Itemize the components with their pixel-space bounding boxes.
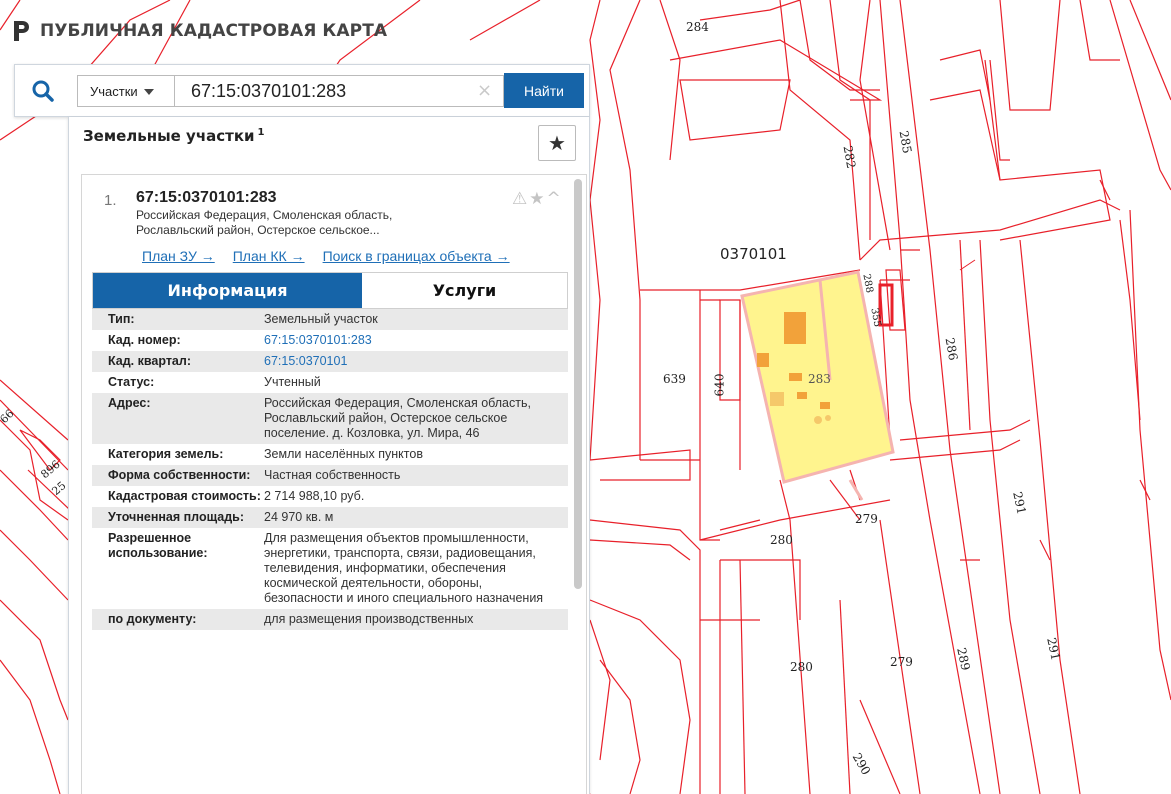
result-address: Российская Федерация, Смоленская область…: [136, 208, 393, 237]
info-row-label: Форма собственности:: [108, 468, 251, 482]
info-row-value: 2 714 988,10 руб.: [264, 489, 365, 503]
app-title: ПУБЛИЧНАЯ КАДАСТРОВАЯ КАРТА: [40, 21, 388, 41]
info-table: Тип: Земельный участок Кад. номер: 67:15:03…: [92, 309, 568, 630]
link-plan-kk[interactable]: План КК →: [233, 248, 305, 264]
map-label-640: 640: [712, 373, 727, 397]
map-label-280-lower: 280: [790, 660, 813, 674]
link-plan-zu[interactable]: План ЗУ →: [142, 248, 215, 264]
info-row-label: Уточненная площадь:: [108, 510, 245, 524]
info-row: Тип: Земельный участок: [92, 309, 568, 330]
info-row: Кадастровая стоимость: 2 714 988,10 руб.: [92, 486, 568, 507]
result-cadastral-number[interactable]: 67:15:0370101:283: [136, 189, 277, 207]
favorites-button[interactable]: ★: [538, 125, 576, 161]
search-type-label: Участки: [90, 83, 138, 99]
tab-information[interactable]: Информация: [93, 273, 362, 308]
info-row-label: по документу:: [108, 612, 197, 626]
search-type-select[interactable]: Участки: [77, 75, 174, 107]
info-row-value: для размещения производственных: [264, 612, 474, 626]
chevron-down-icon: [143, 88, 154, 95]
link-search-in-bounds[interactable]: Поиск в границах объекта →: [323, 248, 510, 264]
info-row-label: Кадастровая стоимость:: [108, 489, 261, 503]
info-row: Категория земель: Земли населённых пункто…: [92, 444, 568, 465]
info-row-label: Кад. номер:: [108, 333, 181, 347]
pkk-logo-icon: [14, 21, 29, 41]
info-row-value: Российская Федерация, Смоленская область…: [264, 396, 531, 440]
info-row-label: Категория земель:: [108, 447, 224, 461]
scrollbar[interactable]: [574, 179, 582, 589]
search-bar: Участки 67:15:0370101:283 × Найти: [14, 64, 590, 117]
search-input[interactable]: 67:15:0370101:283: [174, 75, 504, 107]
info-row: Кад. квартал: 67:15:0370101: [92, 351, 568, 372]
info-row-label: Адрес:: [108, 396, 151, 410]
info-row-label: Статус:: [108, 375, 155, 389]
info-row: Статус: Учтенный: [92, 372, 568, 393]
search-icon[interactable]: [31, 79, 55, 103]
info-tabs: Информация Услуги: [92, 272, 568, 309]
app-header: ПУБЛИЧНАЯ КАДАСТРОВАЯ КАРТА: [10, 14, 387, 48]
tab-services[interactable]: Услуги: [362, 273, 567, 308]
map-label-quarter: 0370101: [720, 245, 787, 263]
results-panel: Земельные участки 1 ★ 1. 67:15:0370101:28…: [68, 117, 590, 794]
info-row-label: Разрешенное использование:: [108, 531, 208, 560]
info-row-value: Для размещения объектов промышленности, …: [264, 531, 544, 605]
clear-icon[interactable]: ×: [477, 81, 492, 101]
results-title: Земельные участки: [83, 127, 255, 145]
info-row-link[interactable]: 67:15:0370101:283: [264, 333, 568, 348]
info-row: Разрешенное использование: Для размещения…: [92, 528, 568, 609]
chevron-up-icon[interactable]: ^: [547, 189, 561, 209]
info-row-value: Учтенный: [264, 375, 321, 389]
map-label-639: 639: [663, 372, 686, 386]
map-label-283: 283: [808, 372, 831, 386]
info-row-value: Частная собственность: [264, 468, 401, 482]
results-header: Земельные участки 1: [83, 127, 265, 145]
info-row: Форма собственности: Частная собственност…: [92, 465, 568, 486]
info-row: Уточненная площадь: 24 970 кв. м: [92, 507, 568, 528]
star-icon[interactable]: ★: [529, 189, 544, 209]
info-row: Кад. номер: 67:15:0370101:283: [92, 330, 568, 351]
map-label-284: 284: [686, 20, 709, 34]
info-row-value: 24 970 кв. м: [264, 510, 334, 524]
result-card: 1. 67:15:0370101:283 Российская Федераци…: [81, 174, 587, 794]
info-row: по документу: для размещения производстве…: [92, 609, 568, 630]
results-count: 1: [257, 127, 265, 138]
info-row: Адрес: Российская Федерация, Смоленская о…: [92, 393, 568, 444]
info-row-value: Земельный участок: [264, 312, 378, 326]
info-row-link[interactable]: 67:15:0370101: [264, 354, 568, 369]
map-view[interactable]: 284 282 285 0370101 288 355 286 639 640 …: [0, 0, 1171, 794]
map-label-280-upper: 280: [770, 533, 793, 547]
result-index: 1.: [104, 192, 117, 209]
card-actions: ⚠ ★ ^: [512, 189, 561, 209]
info-row-label: Кад. квартал:: [108, 354, 191, 368]
card-links: План ЗУ → План КК → Поиск в границах объ…: [142, 248, 510, 264]
map-label-279-lower: 279: [890, 655, 913, 669]
search-button[interactable]: Найти: [504, 73, 584, 108]
map-label-279-upper: 279: [855, 512, 878, 526]
info-row-value: Земли населённых пунктов: [264, 447, 423, 461]
info-row-label: Тип:: [108, 312, 135, 326]
star-icon: ★: [548, 132, 566, 155]
warning-icon[interactable]: ⚠: [512, 189, 527, 209]
